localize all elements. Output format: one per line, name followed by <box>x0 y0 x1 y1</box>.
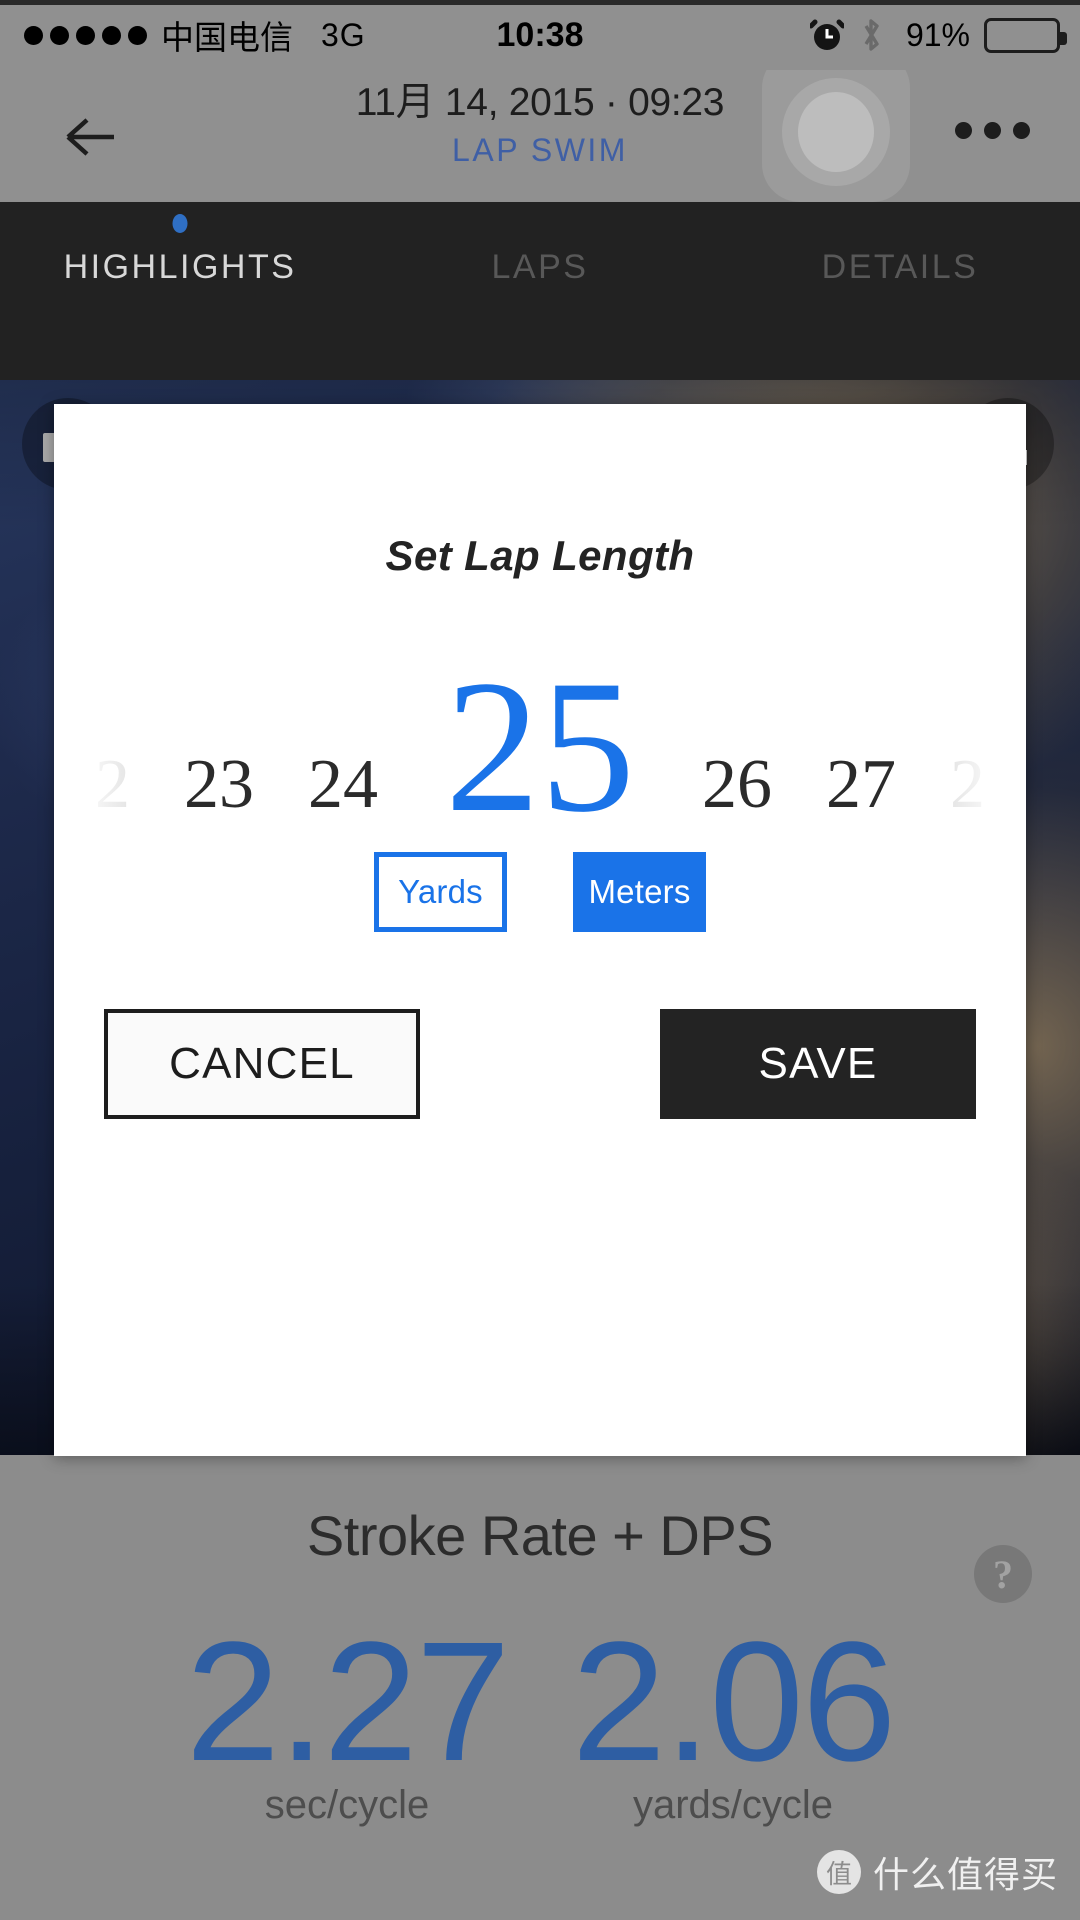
stat-sec-per-cycle: 2.27 sec/cycle <box>167 1607 527 1828</box>
bluetooth-icon <box>858 16 892 54</box>
picker-value-5[interactable]: 27 <box>826 750 896 820</box>
picker-value-4[interactable]: 26 <box>702 750 772 820</box>
tab-laps-label: LAPS <box>491 248 589 286</box>
watermark-text: 什么值得买 <box>872 1854 1058 1895</box>
tab-highlights-label: HIGHLIGHTS <box>63 248 297 286</box>
dialog-title: Set Lap Length <box>385 532 695 579</box>
battery-icon <box>984 17 1067 53</box>
status-bar-right: 91% <box>808 16 1067 54</box>
tab-bar: HIGHLIGHTS LAPS DETAILS <box>0 202 1080 380</box>
picker-value-selected[interactable]: 25 <box>445 653 635 842</box>
picker-value-6[interactable]: 2 <box>950 750 985 820</box>
watermark-logo: 值 <box>816 1850 861 1894</box>
tab-laps[interactable]: LAPS <box>360 202 720 287</box>
unit-button-meters-label: Meters <box>588 873 691 910</box>
site-watermark: 值 什么值得买 <box>816 1846 1058 1898</box>
save-button[interactable]: SAVE <box>660 1009 976 1119</box>
activity-date-label: 11月 14, 2015 · 09:23 <box>355 81 725 124</box>
battery-percent-label: 91% <box>905 16 970 53</box>
stat-sec-per-cycle-value: 2.27 <box>185 1607 511 1797</box>
status-bar-top-line <box>0 0 1080 5</box>
picker-value-1[interactable]: 23 <box>184 750 254 820</box>
tab-details-label: DETAILS <box>821 248 979 286</box>
activity-type-label: LAP SWIM <box>452 131 628 168</box>
dialog-actions: CANCEL SAVE <box>104 1009 976 1119</box>
lap-length-picker-row: 2 23 24 25 26 27 2 <box>54 653 1026 842</box>
set-lap-length-dialog: Set Lap Length 2 23 24 25 26 27 2 Yards … <box>54 404 1026 1456</box>
nav-title-group: 11月 14, 2015 · 09:23 LAP SWIM <box>0 81 1080 169</box>
tab-highlights[interactable]: HIGHLIGHTS <box>0 202 360 287</box>
unit-toggle-group: Yards Meters <box>54 852 1026 932</box>
unit-button-meters[interactable]: Meters <box>573 852 706 932</box>
tab-details[interactable]: DETAILS <box>720 202 1080 287</box>
nav-header: 11月 14, 2015 · 09:23 LAP SWIM <box>0 50 1080 202</box>
picker-value-0[interactable]: 2 <box>95 750 130 820</box>
stat-yards-per-cycle: 2.06 yards/cycle <box>553 1607 913 1828</box>
cancel-button[interactable]: CANCEL <box>104 1009 420 1119</box>
status-bar: 中国电信 3G 10:38 91% <box>0 0 1080 70</box>
tab-active-indicator <box>172 214 188 233</box>
help-question-icon[interactable]: ? <box>974 1545 1032 1603</box>
alarm-clock-icon <box>808 16 846 54</box>
cancel-button-label: CANCEL <box>169 1039 355 1088</box>
stroke-rate-heading: Stroke Rate + DPS <box>306 1504 774 1567</box>
app-screen: 中国电信 3G 10:38 91% 11月 14, 2015 · 09:23 L… <box>0 0 1080 1920</box>
unit-button-yards-label: Yards <box>398 873 483 910</box>
picker-value-2[interactable]: 24 <box>308 750 378 820</box>
stroke-stats-group: 2.27 sec/cycle 2.06 yards/cycle <box>0 1607 1080 1828</box>
unit-button-yards[interactable]: Yards <box>374 852 507 932</box>
hardware-overlay-watermark <box>762 50 910 202</box>
save-button-label: SAVE <box>758 1039 878 1088</box>
lap-length-picker[interactable]: 2 23 24 25 26 27 2 <box>54 642 1026 842</box>
stat-yards-per-cycle-value: 2.06 <box>571 1607 897 1797</box>
more-options-icon[interactable] <box>955 122 1030 139</box>
